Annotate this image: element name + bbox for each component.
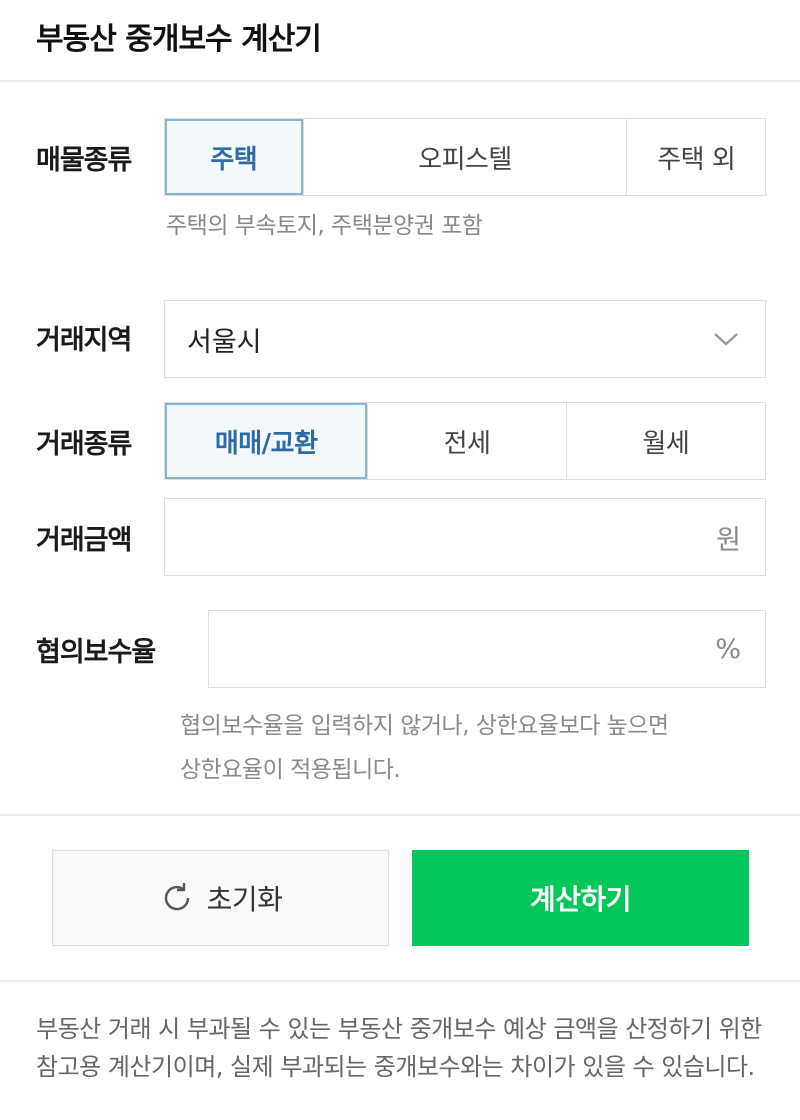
form-divider: [0, 814, 800, 816]
rate-hint-line2: 상한요율이 적용됩니다.: [180, 757, 401, 783]
property-type-hint: 주택의 부속토지, 주택분양권 포함: [166, 213, 483, 239]
deal-type-selector: 매매/교환 전세 월세: [164, 402, 766, 480]
rate-hint-line1: 협의보수율을 입력하지 않거나, 상한요율보다 높으면: [180, 713, 669, 739]
property-type-option-officetel[interactable]: 오피스텔: [302, 119, 627, 195]
region-value: 서울시: [187, 326, 262, 358]
chevron-down-icon: [713, 326, 739, 352]
page-title: 부동산 중개보수 계산기: [36, 22, 322, 57]
property-type-option-house[interactable]: 주택: [165, 119, 303, 195]
reset-button-label: 초기화: [206, 883, 283, 916]
amount-field[interactable]: 원: [164, 498, 766, 576]
deal-type-option-sale[interactable]: 매매/교환: [165, 403, 368, 479]
deal-type-option-monthly[interactable]: 월세: [565, 403, 765, 479]
disclaimer-text: 부동산 거래 시 부과될 수 있는 부동산 중개보수 예상 금액을 산정하기 위…: [36, 1015, 762, 1081]
amount-label: 거래금액: [36, 525, 132, 556]
refresh-icon: [159, 880, 195, 916]
deal-type-option-jeonse[interactable]: 전세: [367, 403, 565, 479]
amount-input[interactable]: [165, 499, 717, 575]
calculate-button-label: 계산하기: [529, 883, 632, 916]
region-select[interactable]: 서울시: [164, 300, 766, 378]
rate-unit: %: [715, 633, 741, 665]
reset-button[interactable]: 초기화: [52, 850, 389, 946]
header-divider: [0, 80, 800, 82]
calculator-page: 부동산 중개보수 계산기 매물종류 주택 오피스텔 주택 외 주택의 부속토지,…: [0, 0, 800, 1120]
property-type-selector: 주택 오피스텔 주택 외: [164, 118, 766, 196]
rate-field[interactable]: %: [208, 610, 766, 688]
property-type-option-other[interactable]: 주택 외: [626, 119, 765, 195]
rate-label: 협의보수율: [36, 637, 156, 668]
calculate-button[interactable]: 계산하기: [412, 850, 749, 946]
region-label: 거래지역: [36, 325, 132, 356]
amount-unit: 원: [716, 524, 741, 556]
deal-type-label: 거래종류: [36, 429, 132, 460]
footer-divider: [0, 980, 800, 982]
property-type-label: 매물종류: [36, 145, 132, 176]
rate-input[interactable]: [209, 611, 716, 687]
